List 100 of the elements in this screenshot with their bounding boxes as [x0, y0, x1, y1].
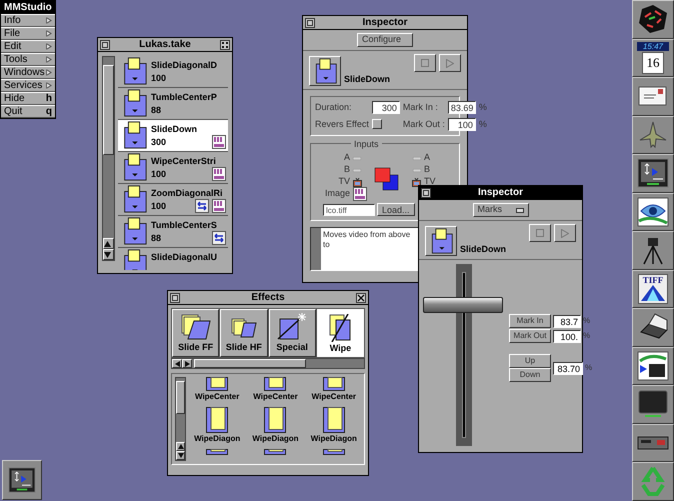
minimize-button[interactable] — [421, 188, 431, 198]
dock-tile[interactable]: TIFF — [632, 270, 674, 308]
effect-name: ZoomDiagonalRi — [151, 188, 224, 199]
unit-label: % — [583, 315, 590, 327]
dock-tile[interactable] — [632, 462, 674, 500]
value-field[interactable]: 83.7 — [553, 314, 581, 328]
effect-item[interactable]: WipeCenter — [306, 377, 361, 407]
dock-tile[interactable] — [632, 385, 674, 424]
scroll-down-button[interactable] — [103, 249, 114, 260]
effect-thumbnail-icon — [206, 377, 228, 391]
up-button[interactable]: Up — [509, 354, 551, 368]
value-field[interactable]: 100. — [553, 330, 581, 342]
down-arrow-icon — [178, 453, 184, 458]
minimize-button[interactable] — [170, 292, 180, 302]
dock-tile[interactable]: 15:47 16 — [632, 38, 674, 77]
menu-item[interactable]: Hide h — [1, 92, 55, 105]
scroll-up-button[interactable] — [103, 238, 114, 249]
mark-in-field[interactable]: 83.69 — [448, 101, 476, 114]
minimize-button[interactable] — [305, 18, 315, 28]
mark-out-field[interactable]: 100 — [448, 118, 476, 131]
dock-tile[interactable] — [632, 154, 674, 192]
play-button[interactable] — [554, 224, 576, 242]
effect-category-tab[interactable]: Slide FF — [172, 309, 220, 357]
scroller-knob[interactable] — [194, 359, 306, 368]
effect-category-tab[interactable]: Special — [268, 309, 316, 357]
vertical-slider[interactable] — [423, 264, 505, 446]
menu-item[interactable]: Windows — [1, 66, 55, 79]
monitor-arrows-icon[interactable] — [8, 467, 36, 493]
take-item[interactable]: SlideDown 300 — [118, 120, 228, 152]
scroller-knob[interactable] — [176, 381, 185, 414]
minimize-button[interactable] — [100, 40, 110, 50]
close-button[interactable] — [356, 292, 366, 302]
monitor-arrows-icon[interactable] — [637, 158, 669, 188]
close-button[interactable] — [220, 40, 230, 50]
dock-tile[interactable] — [632, 192, 674, 231]
menu-item[interactable]: Edit — [1, 40, 55, 53]
effect-item[interactable]: WipeDiagon — [306, 407, 361, 449]
scroll-up-button[interactable] — [176, 442, 185, 451]
mark-out-button[interactable]: Mark Out — [509, 329, 551, 343]
scroller-knob[interactable] — [103, 65, 114, 155]
effect-item[interactable]: WipeDiagon — [248, 407, 303, 449]
mode-popup-button[interactable]: Configure — [357, 33, 413, 47]
stop-button[interactable] — [414, 54, 436, 72]
video-window-icon[interactable] — [637, 350, 669, 381]
input-label: TV — [423, 175, 437, 188]
reverse-checkbox[interactable] — [372, 119, 382, 130]
take-item[interactable]: TumbleCenterS 88 — [118, 216, 228, 248]
dock-tile[interactable] — [632, 424, 674, 462]
menu-item[interactable]: Services — [1, 79, 55, 92]
window-title: Inspector — [476, 186, 524, 200]
effect-item[interactable]: WipeCenter — [248, 377, 303, 407]
mark-in-button[interactable]: Mark In — [509, 314, 551, 328]
effect-thumbnail-icon — [322, 449, 345, 455]
take-item[interactable]: WipeCenterStri 100 — [118, 152, 228, 184]
menu-item[interactable]: Quit q — [1, 105, 55, 118]
submenu-arrow-icon — [46, 82, 52, 89]
file-field[interactable]: lco.tiff — [323, 204, 375, 216]
cube-icon[interactable] — [637, 3, 669, 36]
dock-tile[interactable] — [632, 77, 674, 116]
take-item[interactable]: ZoomDiagonalRi 100 — [118, 184, 228, 216]
position-field[interactable]: 83.70 — [553, 362, 583, 374]
load-button[interactable]: Load... — [377, 203, 415, 216]
eye-icon[interactable] — [637, 196, 669, 227]
scroll-left-button[interactable] — [172, 359, 182, 368]
scroll-down-button[interactable] — [176, 451, 185, 460]
jet-icon[interactable] — [638, 120, 668, 150]
dock-tile[interactable] — [632, 308, 674, 346]
dock-tile[interactable] — [632, 231, 674, 270]
dock-tile[interactable] — [632, 0, 674, 38]
effect-thumbnail-icon — [322, 407, 345, 433]
menu-item[interactable]: Info — [1, 14, 55, 27]
duration-field[interactable]: 300 — [372, 101, 400, 114]
effect-thumbnail-icon — [264, 377, 286, 391]
slider-thumb[interactable] — [423, 297, 503, 313]
pages-stack-icon — [180, 312, 212, 340]
play-icon — [446, 58, 454, 68]
effect-category-tab[interactable]: Wipe — [316, 309, 364, 357]
effect-item[interactable]: WipeDiagon — [190, 407, 244, 449]
window-title: Lukas.take — [138, 38, 192, 52]
up-arrow-icon — [104, 240, 111, 246]
effect-category-tab[interactable]: Slide HF — [220, 309, 268, 357]
take-item[interactable]: SlideDiagonalU — [118, 248, 228, 270]
input-label: Image — [324, 187, 351, 200]
mode-popup-button[interactable]: Marks — [472, 203, 528, 217]
take-item[interactable]: TumbleCenterP 88 — [118, 88, 228, 120]
monitor-icon[interactable] — [637, 389, 669, 420]
letter-icon[interactable] — [638, 85, 668, 108]
pyramid-icon — [641, 284, 665, 301]
miniwindow-tile[interactable] — [2, 460, 42, 500]
take-item[interactable]: SlideDiagonalD 100 — [118, 56, 228, 88]
description-margin — [311, 228, 321, 270]
scroll-right-button[interactable] — [182, 359, 192, 368]
menu-item[interactable]: Tools — [1, 53, 55, 66]
play-button[interactable] — [439, 54, 461, 72]
stop-button[interactable] — [529, 224, 551, 242]
dock-tile[interactable] — [632, 346, 674, 385]
effect-item[interactable]: WipeCenter — [190, 377, 244, 407]
down-button[interactable]: Down — [509, 368, 551, 382]
dock-tile[interactable] — [632, 116, 674, 154]
menu-item[interactable]: File — [1, 27, 55, 40]
